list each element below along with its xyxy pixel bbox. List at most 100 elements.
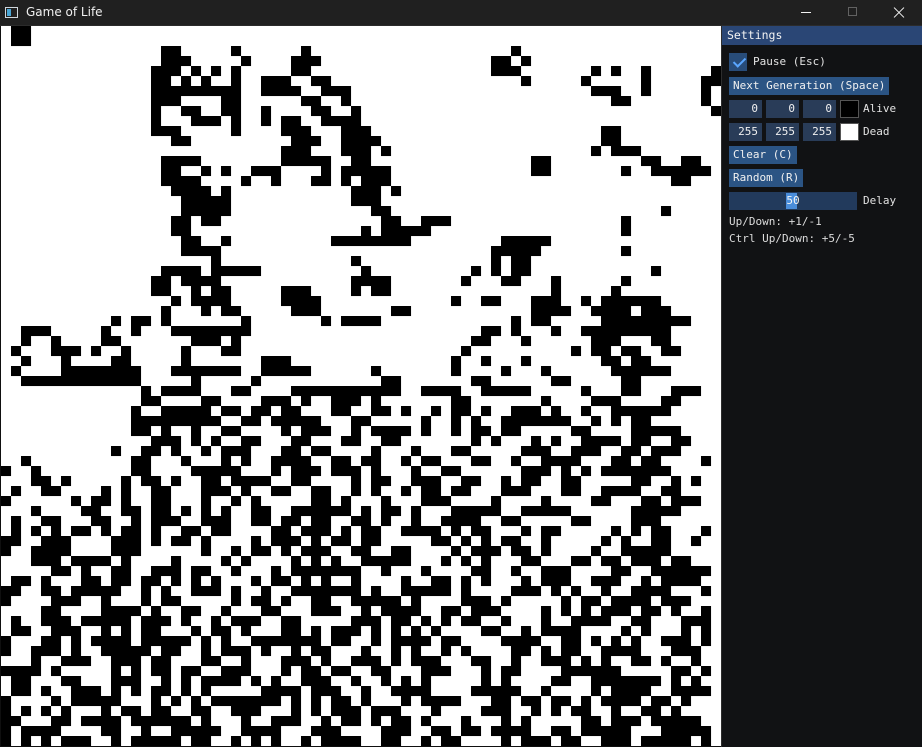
alive-cell[interactable] xyxy=(301,306,312,317)
alive-cell[interactable] xyxy=(431,576,442,587)
alive-cell[interactable] xyxy=(161,156,172,167)
alive-cell[interactable] xyxy=(581,706,592,717)
alive-cell[interactable] xyxy=(451,426,462,437)
alive-cell[interactable] xyxy=(611,366,622,377)
alive-cell[interactable] xyxy=(581,716,592,727)
alive-cell[interactable] xyxy=(51,536,62,547)
alive-cell[interactable] xyxy=(101,326,112,337)
alive-cell[interactable] xyxy=(321,496,332,507)
alive-cell[interactable] xyxy=(501,616,512,627)
alive-cell[interactable] xyxy=(251,676,262,687)
alive-cell[interactable] xyxy=(211,616,222,627)
alive-cell[interactable] xyxy=(681,736,692,746)
alive-cell[interactable] xyxy=(611,736,622,746)
alive-cell[interactable] xyxy=(651,706,662,717)
alive-cell[interactable] xyxy=(671,166,682,177)
clear-button[interactable]: Clear (C) xyxy=(729,146,797,164)
alive-cell[interactable] xyxy=(251,596,262,607)
alive-cell[interactable] xyxy=(291,116,302,127)
alive-cell[interactable] xyxy=(371,456,382,467)
alive-cell[interactable] xyxy=(191,326,202,337)
alive-cell[interactable] xyxy=(201,506,212,517)
alive-cell[interactable] xyxy=(451,396,462,407)
alive-cell[interactable] xyxy=(521,406,532,417)
alive-cell[interactable] xyxy=(311,536,322,547)
alive-cell[interactable] xyxy=(321,516,332,527)
alive-cell[interactable] xyxy=(151,476,162,487)
alive-cell[interactable] xyxy=(241,386,252,397)
alive-cell[interactable] xyxy=(341,586,352,597)
alive-cell[interactable] xyxy=(581,436,592,447)
alive-cell[interactable] xyxy=(401,456,412,467)
alive-cell[interactable] xyxy=(351,576,362,587)
alive-cell[interactable] xyxy=(701,606,712,617)
alive-cell[interactable] xyxy=(561,636,572,647)
alive-cell[interactable] xyxy=(641,556,652,567)
alive-cell[interactable] xyxy=(341,636,352,647)
alive-cell[interactable] xyxy=(481,566,492,577)
alive-cell[interactable] xyxy=(271,636,282,647)
alive-cell[interactable] xyxy=(451,406,462,417)
alive-cell[interactable] xyxy=(681,616,692,627)
alive-cell[interactable] xyxy=(191,666,202,677)
alive-cell[interactable] xyxy=(581,386,592,397)
alive-cell[interactable] xyxy=(541,576,552,587)
alive-cell[interactable] xyxy=(171,176,182,187)
alive-cell[interactable] xyxy=(561,736,572,746)
alive-cell[interactable] xyxy=(151,716,162,727)
alive-cell[interactable] xyxy=(91,586,102,597)
alive-cell[interactable] xyxy=(371,406,382,417)
alive-cell[interactable] xyxy=(351,256,362,267)
alive-cell[interactable] xyxy=(61,546,72,557)
alive-cell[interactable] xyxy=(571,426,582,437)
alive-cell[interactable] xyxy=(541,506,552,517)
alive-cell[interactable] xyxy=(301,736,312,746)
alive-cell[interactable] xyxy=(601,436,612,447)
alive-cell[interactable] xyxy=(301,146,312,157)
alive-cell[interactable] xyxy=(281,716,292,727)
alive-cell[interactable] xyxy=(531,586,542,597)
alive-cell[interactable] xyxy=(221,636,232,647)
alive-cell[interactable] xyxy=(271,166,282,177)
alive-cell[interactable] xyxy=(261,646,272,657)
alive-cell[interactable] xyxy=(111,716,122,727)
alive-cell[interactable] xyxy=(411,606,422,617)
alive-cell[interactable] xyxy=(421,416,432,427)
alive-cell[interactable] xyxy=(21,666,32,677)
alive-cell[interactable] xyxy=(11,676,22,687)
alive-cell[interactable] xyxy=(651,546,662,557)
alive-cell[interactable] xyxy=(501,736,512,746)
alive-cell[interactable] xyxy=(411,226,422,237)
alive-cell[interactable] xyxy=(81,366,92,377)
alive-cell[interactable] xyxy=(651,296,662,307)
alive-cell[interactable] xyxy=(591,436,602,447)
alive-cell[interactable] xyxy=(21,626,32,637)
alive-cell[interactable] xyxy=(391,426,402,437)
alive-cell[interactable] xyxy=(621,326,632,337)
alive-cell[interactable] xyxy=(201,636,212,647)
alive-cell[interactable] xyxy=(451,446,462,457)
alive-cell[interactable] xyxy=(301,636,312,647)
alive-cell[interactable] xyxy=(351,616,362,627)
alive-cell[interactable] xyxy=(601,466,612,477)
alive-cell[interactable] xyxy=(211,436,222,447)
alive-cell[interactable] xyxy=(561,416,572,427)
alive-cell[interactable] xyxy=(111,696,122,707)
alive-cell[interactable] xyxy=(341,96,352,107)
alive-cell[interactable] xyxy=(511,406,522,417)
alive-cell[interactable] xyxy=(291,66,302,77)
alive-cell[interactable] xyxy=(631,146,642,157)
alive-cell[interactable] xyxy=(151,696,162,707)
alive-cell[interactable] xyxy=(311,666,322,677)
alive-cell[interactable] xyxy=(531,416,542,427)
alive-cell[interactable] xyxy=(451,606,462,617)
alive-cell[interactable] xyxy=(571,346,582,357)
alive-cell[interactable] xyxy=(31,666,42,677)
alive-cell[interactable] xyxy=(481,546,492,557)
alive-cell[interactable] xyxy=(691,676,702,687)
alive-cell[interactable] xyxy=(491,496,502,507)
alive-cell[interactable] xyxy=(441,556,452,567)
alive-cell[interactable] xyxy=(211,466,222,477)
alive-cell[interactable] xyxy=(211,116,222,127)
alive-cell[interactable] xyxy=(171,516,182,527)
